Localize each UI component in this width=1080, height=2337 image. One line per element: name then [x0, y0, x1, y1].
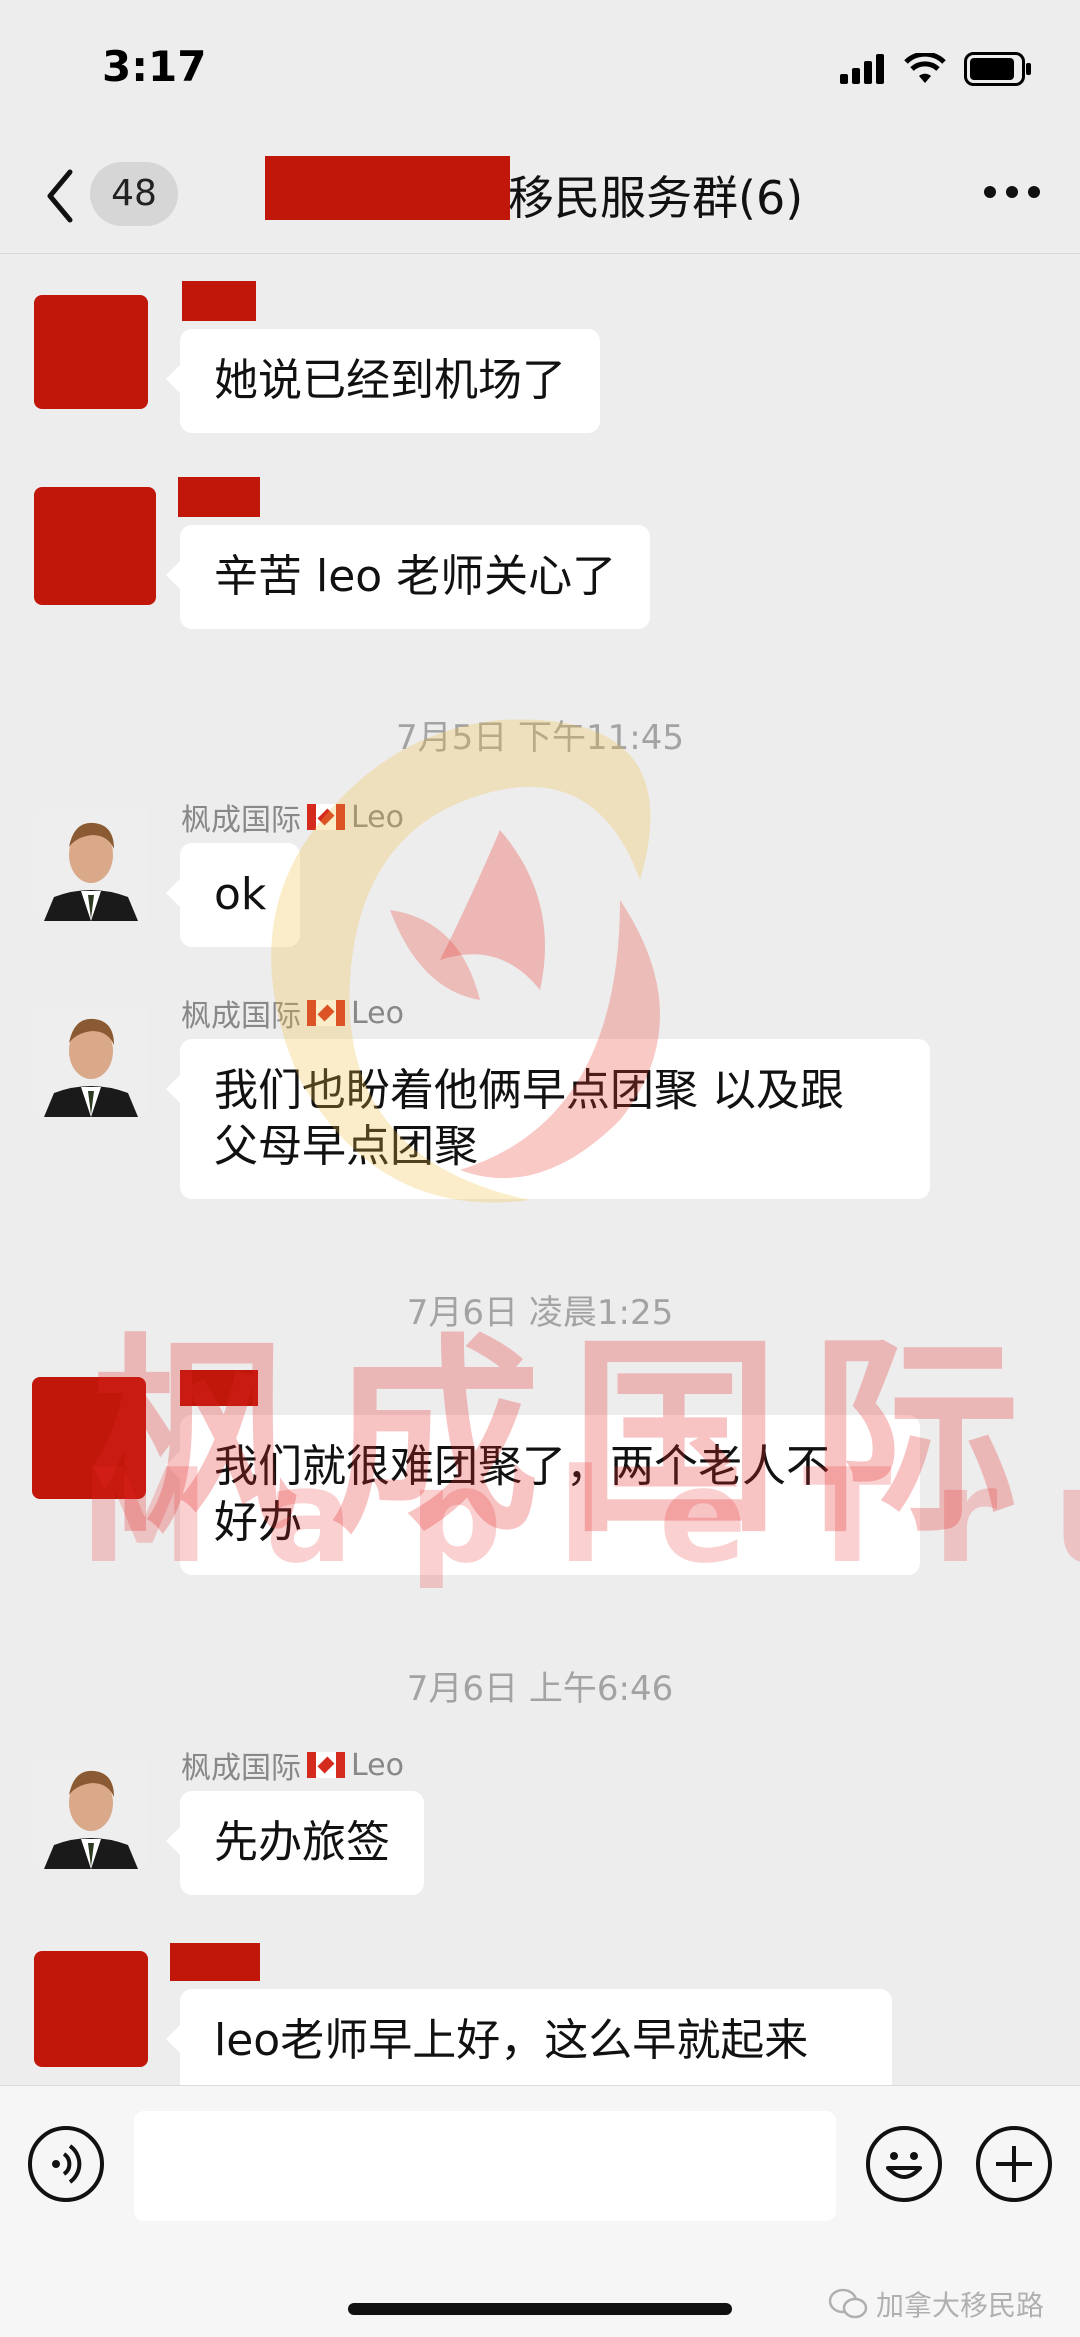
chat-input-bar: 加拿大移民路: [0, 2085, 1080, 2337]
sender-name: 枫成国际 Leo: [181, 1743, 404, 1787]
message-line: 父母早点团聚: [214, 1121, 478, 1172]
redacted-sender-name: [182, 281, 256, 321]
message-bubble[interactable]: 辛苦 leo 老师关心了: [165, 525, 651, 629]
sender-name-text: 枫成国际: [181, 803, 301, 838]
message-bubble[interactable]: 我们就很难团聚了，两个老人不 好办: [166, 1415, 920, 1575]
canada-flag-icon: [307, 1000, 345, 1026]
battery-icon: [964, 52, 1031, 86]
source-watermark: 加拿大移民路: [828, 2284, 1044, 2324]
chat-nav-bar: 48 移民服务群(6): [0, 140, 1080, 254]
avatar-redacted[interactable]: [34, 295, 148, 409]
unread-count-badge[interactable]: 48: [90, 162, 178, 226]
emoji-icon: [886, 2152, 922, 2179]
avatar-redacted[interactable]: [32, 1377, 146, 1499]
message-bubble[interactable]: 先办旅签: [166, 1791, 424, 1895]
status-icons: [840, 52, 1032, 86]
chat-messages[interactable]: 她说已经到机场了 辛苦 leo 老师关心了 7月5日 下午11:45 枫成国际 …: [0, 255, 1080, 2085]
sender-name-text: 枫成国际: [181, 1751, 301, 1786]
avatar-leo[interactable]: [34, 1755, 148, 1869]
canada-flag-icon: [307, 1752, 345, 1778]
avatar-leo[interactable]: [34, 1003, 148, 1117]
sender-name: 枫成国际 Leo: [181, 795, 404, 839]
back-chevron-icon[interactable]: [40, 164, 80, 228]
wechat-icon: [828, 2288, 868, 2319]
status-time: 3:17: [102, 42, 207, 91]
timestamp: 7月6日 凌晨1:25: [406, 1293, 674, 1333]
message-line: 好办: [214, 1497, 302, 1548]
message-line: 我们也盼着他俩早点团聚 以及跟: [214, 1065, 844, 1116]
redacted-sender-name: [170, 1943, 260, 1981]
voice-icon: [52, 2144, 82, 2184]
more-options-button[interactable]: [984, 180, 1040, 204]
source-label: 加拿大移民路: [875, 2289, 1044, 2322]
portrait-image: [34, 1003, 148, 1117]
timestamp: 7月6日 上午6:46: [406, 1669, 674, 1709]
sender-name-text: 枫成国际: [181, 999, 301, 1034]
message-bubble[interactable]: 我们也盼着他俩早点团聚 以及跟 父母早点团聚: [166, 1039, 930, 1199]
sender-name-suffix: Leo: [351, 1747, 404, 1783]
message-input[interactable]: [134, 2111, 836, 2221]
chat-title: 移民服务群(6): [508, 171, 804, 225]
redacted-sender-name: [178, 477, 260, 517]
sender-name: 枫成国际 Leo: [181, 991, 404, 1035]
message-bubble[interactable]: 她说已经到机场了: [166, 329, 600, 433]
plus-icon: [996, 2146, 1032, 2182]
portrait-image: [34, 1755, 148, 1869]
redacted-sender-name: [180, 1370, 258, 1406]
status-bar: 3:17: [0, 0, 1080, 140]
wifi-icon: [904, 53, 946, 83]
canada-flag-icon: [307, 804, 345, 830]
emoji-button[interactable]: [866, 2126, 942, 2202]
sender-name-suffix: Leo: [351, 799, 404, 835]
message-bubble[interactable]: ok: [165, 843, 301, 947]
avatar-leo[interactable]: [34, 807, 148, 921]
signal-icon: [840, 54, 884, 84]
avatar-redacted[interactable]: [34, 487, 156, 605]
message-bubble[interactable]: leo老师早上好，这么早就起来: [166, 1989, 892, 2085]
redacted-title-part: [265, 156, 510, 220]
more-actions-button[interactable]: [976, 2126, 1052, 2202]
sender-name-suffix: Leo: [351, 995, 404, 1031]
voice-input-button[interactable]: [28, 2126, 104, 2202]
more-dots-icon: [984, 186, 996, 198]
message-line: 我们就很难团聚了，两个老人不: [214, 1441, 830, 1492]
timestamp: 7月5日 下午11:45: [395, 718, 685, 758]
portrait-image: [34, 807, 148, 921]
home-indicator[interactable]: [348, 2303, 732, 2315]
avatar-redacted[interactable]: [34, 1951, 148, 2067]
